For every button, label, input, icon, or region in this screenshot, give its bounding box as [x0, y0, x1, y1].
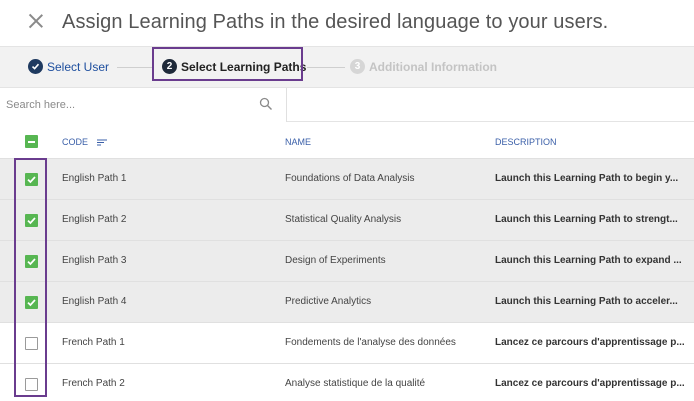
cell-code: French Path 2: [62, 378, 125, 389]
step-label: Additional Information: [369, 59, 497, 74]
table-row[interactable]: English Path 2 Statistical Quality Analys…: [0, 200, 694, 241]
cell-description: Lancez ce parcours d'apprentissage p...: [495, 337, 685, 348]
close-icon[interactable]: [26, 12, 46, 32]
step-connector: [117, 67, 154, 68]
dialog-title: Assign Learning Paths in the desired lan…: [62, 11, 609, 33]
cell-code: English Path 1: [62, 173, 127, 184]
cell-name: Foundations of Data Analysis: [285, 173, 415, 184]
table-row[interactable]: French Path 1 Fondements de l'analyse des…: [0, 323, 694, 364]
cell-code: English Path 2: [62, 214, 127, 225]
cell-code: French Path 1: [62, 337, 125, 348]
cell-name: Predictive Analytics: [285, 296, 372, 307]
select-all-checkbox[interactable]: [25, 135, 38, 148]
step-connector: [307, 67, 345, 68]
step-number-badge: 3: [350, 59, 365, 74]
cell-name: Design of Experiments: [285, 255, 386, 266]
wizard-stepper: Select User 2 Select Learning Paths 3 Ad…: [0, 46, 694, 88]
column-header-description[interactable]: DESCRIPTION: [495, 137, 557, 147]
cell-code: English Path 3: [62, 255, 127, 266]
active-step-highlight: [152, 47, 303, 81]
table-row[interactable]: English Path 1 Foundations of Data Analys…: [0, 159, 694, 200]
cell-description: Lancez ce parcours d'apprentissage p...: [495, 378, 685, 389]
table-header: CODE NAME DESCRIPTION: [0, 123, 694, 159]
step-select-user[interactable]: Select User: [28, 59, 109, 74]
table-row[interactable]: English Path 4 Predictive Analytics Launch…: [0, 282, 694, 323]
step-label: Select User: [47, 59, 110, 74]
cell-description: Launch this Learning Path to acceler...: [495, 296, 678, 307]
dialog-header: Assign Learning Paths in the desired lan…: [0, 0, 694, 46]
search-bar: [0, 88, 694, 122]
cell-description: Launch this Learning Path to begin y...: [495, 173, 679, 184]
check-circle-icon: [28, 59, 43, 74]
cell-name: Analyse statistique de la qualité: [285, 378, 426, 389]
cell-description: Launch this Learning Path to strengt...: [495, 214, 678, 225]
table-row[interactable]: English Path 3 Design of Experiments Launc…: [0, 241, 694, 282]
cell-code: English Path 4: [62, 296, 127, 307]
sort-icon[interactable]: [96, 139, 108, 146]
search-input[interactable]: [0, 88, 287, 122]
column-header-name[interactable]: NAME: [285, 137, 311, 147]
step-additional-information[interactable]: 3 Additional Information: [350, 59, 497, 74]
cell-name: Statistical Quality Analysis: [285, 214, 402, 225]
search-icon[interactable]: [259, 97, 273, 111]
table-row[interactable]: French Path 2 Analyse statistique de la q…: [0, 364, 694, 401]
cell-description: Launch this Learning Path to expand ...: [495, 255, 682, 266]
checkbox-column-highlight: [14, 158, 47, 397]
column-header-code[interactable]: CODE: [62, 137, 108, 147]
cell-name: Fondements de l'analyse des données: [285, 337, 456, 348]
